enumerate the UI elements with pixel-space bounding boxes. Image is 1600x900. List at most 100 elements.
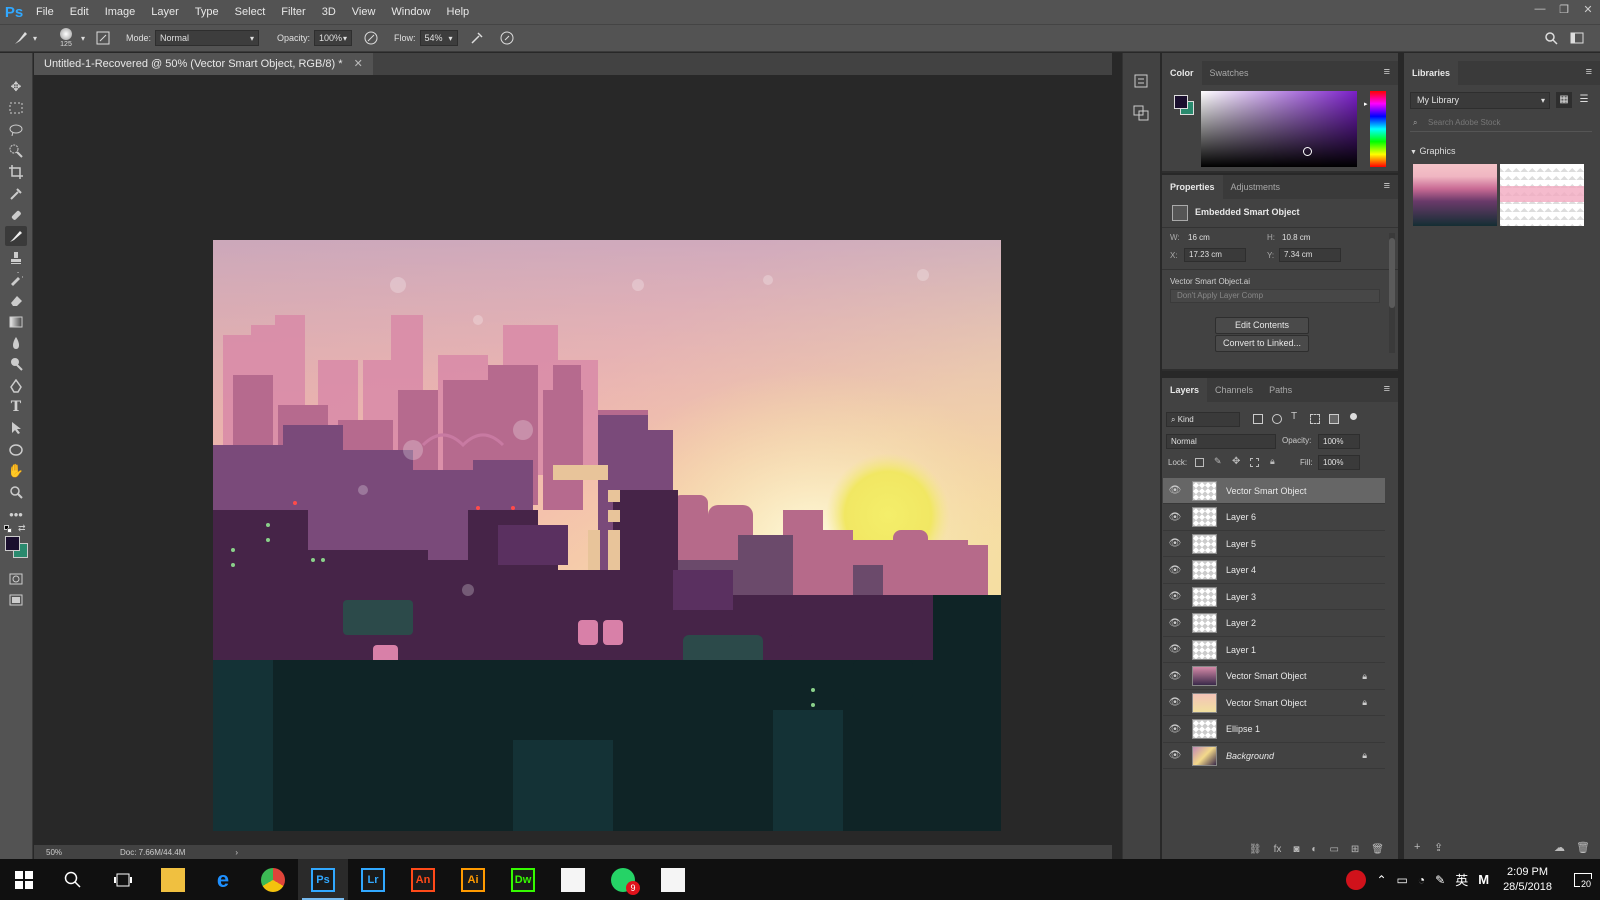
history-panel-icon[interactable] [1133,73,1151,91]
path-selection-tool-icon[interactable] [5,418,27,438]
document-tab[interactable]: Untitled-1-Recovered @ 50% (Vector Smart… [34,53,373,75]
layer-row[interactable]: 👁︎ Layer 4 [1163,558,1385,584]
new-group-icon[interactable]: ▭ [1329,844,1338,855]
taskbar-sticky-notes[interactable] [548,859,598,900]
layer-row[interactable]: 👁︎ Background 🔒︎ [1163,743,1385,769]
taskbar-whatsapp[interactable]: 9 [598,859,648,900]
panel-menu-icon[interactable]: ≡ [1384,180,1390,192]
properties-panel-icon[interactable] [1133,105,1151,123]
upload-icon[interactable]: ⇪ [1434,841,1443,854]
flow-field[interactable]: 54% ▾ [419,30,458,46]
menu-layer[interactable]: Layer [143,0,187,24]
eye-icon[interactable]: 👁︎ [1167,512,1183,523]
lock-artboard-icon[interactable] [1250,458,1259,467]
taskbar-photoshop[interactable]: Ps [298,859,348,900]
blend-mode-select[interactable]: Normal [1166,434,1276,449]
pressure-size-icon[interactable] [498,29,516,47]
eye-icon[interactable]: 👁︎ [1167,644,1183,655]
quick-mask-icon[interactable] [5,569,27,589]
minimize-button[interactable]: — [1528,0,1552,18]
color-field[interactable] [1201,91,1357,167]
grid-view-icon[interactable]: ▦ [1556,92,1572,108]
y-field[interactable]: 7.34 cm [1279,248,1341,262]
eraser-tool-icon[interactable] [5,290,27,310]
layer-row[interactable]: 👁︎ Layer 1 [1163,637,1385,663]
layer-row[interactable]: 👁︎ Layer 6 [1163,505,1385,531]
taskbar-animate[interactable]: An [398,859,448,900]
pen-tool-icon[interactable] [5,376,27,396]
lasso-tool-icon[interactable] [5,120,27,140]
ellipse-tool-icon[interactable] [5,440,27,460]
airbrush-icon[interactable] [468,29,486,47]
properties-scrollbar[interactable] [1389,233,1395,353]
mode-select[interactable]: Normal ▾ [155,30,260,46]
eye-icon[interactable]: 👁︎ [1167,485,1183,496]
healing-brush-tool-icon[interactable] [5,205,27,225]
link-layers-icon[interactable]: ⛓ [1249,844,1262,855]
more-tools-icon[interactable]: ••• [5,504,27,524]
graphic-thumbnail-2[interactable] [1500,164,1584,226]
tab-channels[interactable]: Channels [1207,378,1261,402]
layer-opacity-field[interactable]: 100% [1318,434,1360,449]
chevron-down-icon[interactable]: ▾ [30,29,40,47]
close-button[interactable]: ✕ [1576,0,1600,18]
layer-comp-select[interactable]: Don't Apply Layer Comp [1170,289,1380,303]
menu-edit[interactable]: Edit [62,0,97,24]
hue-marker-icon[interactable]: ▸ [1364,100,1368,108]
filter-adjustment-icon[interactable] [1272,414,1282,424]
document-info[interactable]: Doc: 7.66M/44.4M [120,848,185,857]
graphics-section-header[interactable]: ▼ Graphics [1410,146,1455,156]
brush-preset-picker[interactable]: 125 [54,26,78,50]
tab-properties[interactable]: Properties [1162,175,1223,199]
menu-window[interactable]: Window [383,0,438,24]
taskbar-file-explorer[interactable] [148,859,198,900]
swap-colors-icon[interactable]: ⇄ [18,523,26,534]
foreground-color-swatch[interactable] [5,536,20,551]
eyedropper-tool-icon[interactable] [5,184,27,204]
layer-row[interactable]: 👁︎ Ellipse 1 [1163,717,1385,743]
blur-tool-icon[interactable] [5,333,27,353]
filter-toggle-icon[interactable] [1350,413,1357,420]
move-tool-icon[interactable]: ✥ [5,77,27,97]
lock-pixels-icon[interactable]: ✎ [1214,456,1222,467]
foreground-color-chip[interactable] [1174,95,1188,109]
ime-indicator[interactable]: 英 [1455,870,1468,889]
layer-row[interactable]: 👁︎ Vector Smart Object [1163,478,1385,504]
menu-3d[interactable]: 3D [314,0,344,24]
add-content-icon[interactable]: + [1414,841,1420,853]
notification-center-button[interactable]: 20 [1566,859,1600,900]
eye-icon[interactable]: 👁︎ [1167,538,1183,549]
hand-tool-icon[interactable]: ✋ [5,461,27,481]
search-icon[interactable] [1542,29,1560,47]
workspace-icon[interactable] [1568,29,1586,47]
antivirus-tray-icon[interactable] [1346,869,1367,890]
lock-all-icon[interactable]: 🔒︎ [1270,456,1275,467]
panel-menu-icon[interactable]: ≡ [1384,66,1390,78]
panel-menu-icon[interactable]: ≡ [1586,66,1592,78]
adjustment-layer-icon[interactable]: ◐ [1311,844,1317,855]
menu-type[interactable]: Type [187,0,227,24]
battery-icon[interactable]: ▭ [1397,873,1408,887]
dodge-tool-icon[interactable] [5,354,27,374]
search-button[interactable] [48,859,98,900]
marquee-tool-icon[interactable] [5,98,27,118]
eye-icon[interactable]: 👁︎ [1167,750,1183,761]
canvas-area[interactable] [34,75,1112,845]
eye-icon[interactable]: 👁︎ [1167,697,1183,708]
graphic-thumbnail-1[interactable] [1413,164,1497,226]
new-layer-icon[interactable]: ⊞ [1351,844,1359,855]
chevron-down-icon[interactable]: ▾ [78,29,88,47]
zoom-level[interactable]: 50% [46,848,106,857]
chevron-right-icon[interactable]: › [235,848,238,857]
layer-row[interactable]: 👁︎ Vector Smart Object 🔒︎ [1163,664,1385,690]
gradient-tool-icon[interactable] [5,312,27,332]
layer-row[interactable]: 👁︎ Layer 2 [1163,611,1385,637]
eye-icon[interactable]: 👁︎ [1167,565,1183,576]
eye-icon[interactable]: 👁︎ [1167,591,1183,602]
hue-slider[interactable] [1370,91,1386,167]
pressure-opacity-icon[interactable] [362,29,380,47]
panel-menu-icon[interactable]: ≡ [1384,383,1390,395]
fill-field[interactable]: 100% [1318,455,1360,470]
library-select[interactable]: My Library ▾ [1410,92,1550,109]
taskbar-edge[interactable]: e [198,859,248,900]
